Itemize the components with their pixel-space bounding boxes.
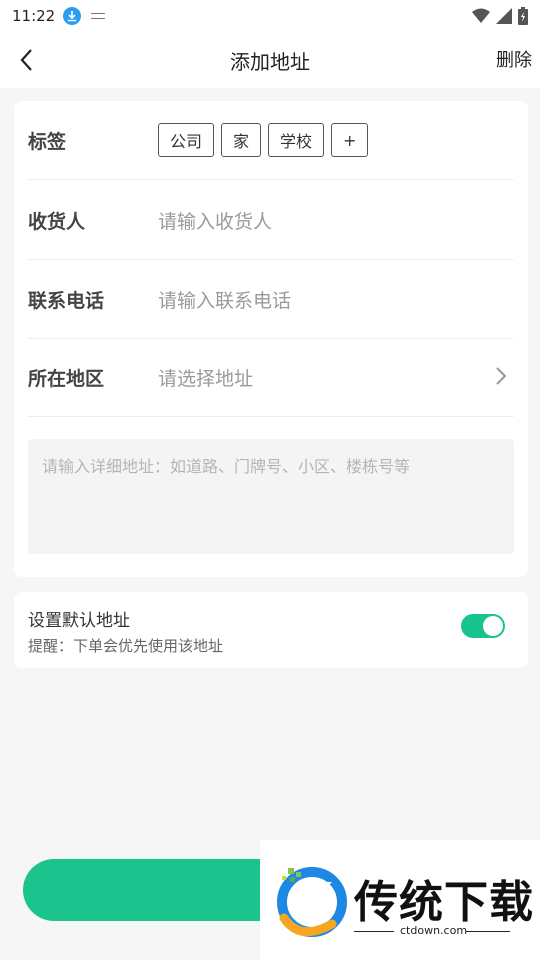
region-label: 所在地区 <box>28 367 105 390</box>
region-row[interactable]: 所在地区 请选择地址 <box>28 338 514 417</box>
tag-company[interactable]: 公司 <box>158 123 215 157</box>
brand-logo-icon <box>277 867 347 937</box>
watermark-divider-right <box>466 931 510 932</box>
watermark: 传统下载 ctdown.com <box>260 840 540 960</box>
page-title: 添加地址 <box>230 49 310 74</box>
tag-list: 公司 家 学校 + <box>158 123 369 157</box>
back-button[interactable] <box>16 46 40 74</box>
receiver-row: 收货人 请输入收货人 <box>28 181 514 260</box>
receiver-input[interactable]: 请输入收货人 <box>158 207 272 234</box>
chevron-left-icon <box>20 49 32 71</box>
battery-icon <box>518 7 528 25</box>
default-address-title: 设置默认地址 <box>28 611 130 631</box>
tag-school[interactable]: 学校 <box>268 123 325 157</box>
watermark-divider-left <box>354 931 394 932</box>
address-form-card: 标签 公司 家 学校 + 收货人 请输入收货人 联系电话 请输入联系电话 所在地… <box>14 101 528 577</box>
wifi-icon <box>472 8 490 23</box>
receiver-label: 收货人 <box>28 210 86 233</box>
app-notification-icon <box>91 13 106 19</box>
default-address-toggle[interactable] <box>461 614 505 638</box>
watermark-domain: ctdown.com <box>400 924 468 937</box>
add-tag-button[interactable]: + <box>331 123 369 157</box>
phone-input[interactable]: 请输入联系电话 <box>158 286 291 313</box>
detail-address-input[interactable]: 请输入详细地址：如道路、门牌号、小区、楼栋号等 <box>28 439 514 554</box>
status-bar: 11:22 <box>0 0 540 32</box>
default-address-card: 设置默认地址 提醒：下单会优先使用该地址 <box>14 592 528 668</box>
signal-icon <box>496 8 512 24</box>
toggle-knob <box>483 616 503 636</box>
default-address-hint: 提醒：下单会优先使用该地址 <box>28 637 224 655</box>
watermark-brand: 传统下载 <box>354 877 534 928</box>
status-icons <box>472 7 528 25</box>
tag-home[interactable]: 家 <box>221 123 262 157</box>
chevron-right-icon <box>496 367 507 385</box>
phone-row: 联系电话 请输入联系电话 <box>28 260 514 339</box>
tag-label: 标签 <box>28 130 67 153</box>
download-icon <box>63 7 82 25</box>
add-address-page: 11:22 添加地址 删除 标签 公司 家 学校 + 收货人 请输入收货人 联系… <box>0 0 540 960</box>
phone-label: 联系电话 <box>28 289 105 312</box>
delete-button[interactable]: 删除 <box>496 46 532 72</box>
tag-row: 标签 公司 家 学校 + <box>28 101 514 180</box>
region-select[interactable]: 请选择地址 <box>158 364 253 391</box>
status-time: 11:22 <box>12 7 56 25</box>
nav-header: 添加地址 删除 <box>0 32 540 88</box>
